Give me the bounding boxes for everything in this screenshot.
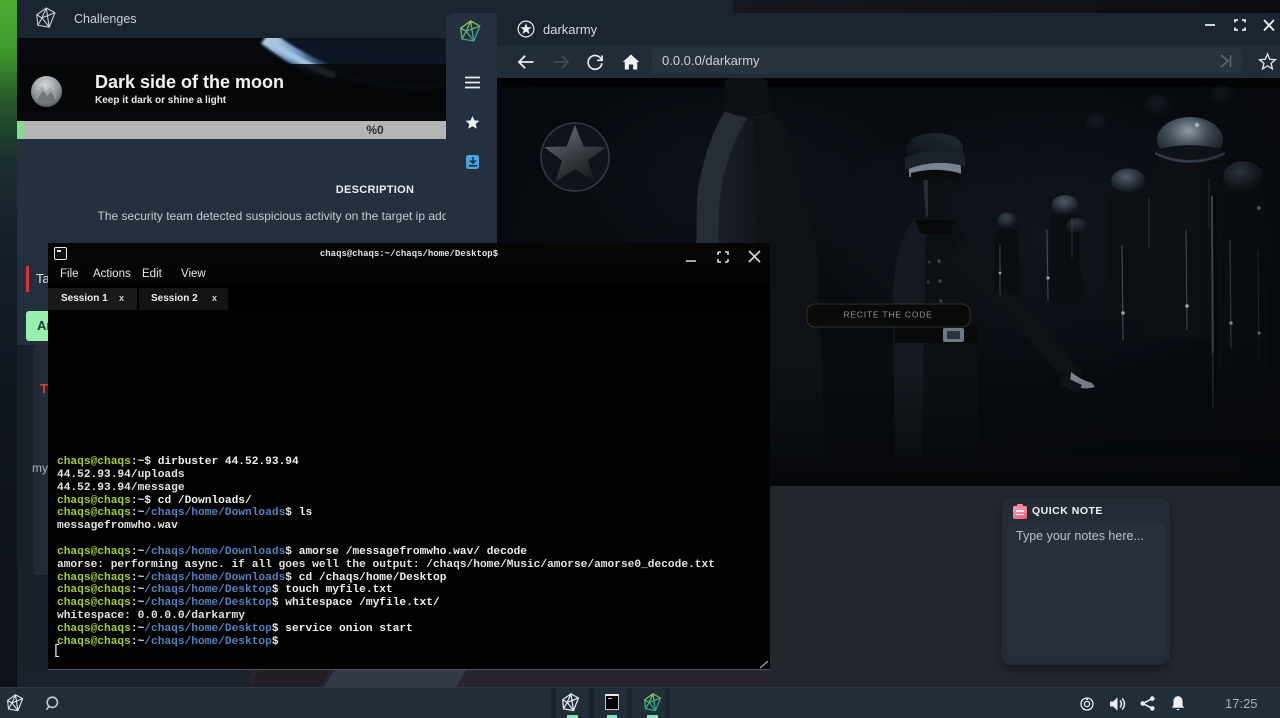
svg-text:RECITE THE CODE: RECITE THE CODE [843,310,932,320]
